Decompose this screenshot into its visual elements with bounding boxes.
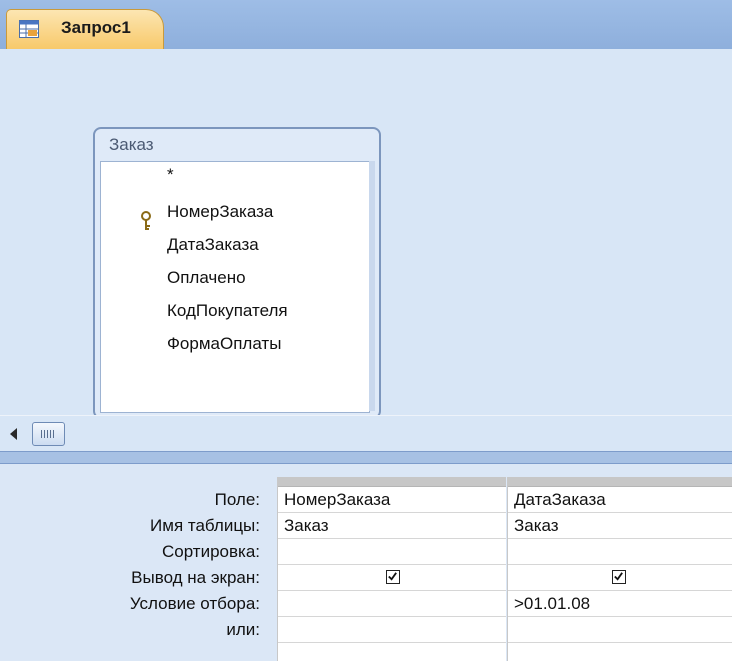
- show-checkbox[interactable]: [386, 570, 400, 584]
- field-item-kod-pokupatelya[interactable]: КодПокупателя: [167, 301, 288, 321]
- field-list-window[interactable]: Заказ * НомерЗаказа ДатаЗаказа Оплачено …: [93, 127, 381, 419]
- horizontal-scrollbar[interactable]: [0, 415, 732, 452]
- grip-icon: [41, 430, 55, 438]
- column-selector[interactable]: [278, 477, 506, 487]
- row-label-table: Имя таблицы:: [150, 516, 260, 535]
- field-item-data-zakaza[interactable]: ДатаЗаказа: [167, 235, 259, 255]
- tab-query1[interactable]: Запрос1: [6, 9, 164, 49]
- field-list-scrollbar[interactable]: [369, 161, 375, 411]
- row-label-field: Поле:: [214, 490, 260, 509]
- table-cell[interactable]: Заказ: [508, 513, 732, 539]
- row-label-criteria: Условие отбора:: [129, 594, 260, 613]
- field-cell[interactable]: ДатаЗаказа: [508, 487, 732, 513]
- show-cell[interactable]: [278, 565, 506, 591]
- checkmark-icon: [614, 572, 623, 581]
- scroll-left-arrow-icon[interactable]: [10, 428, 17, 440]
- table-cell[interactable]: Заказ: [278, 513, 506, 539]
- criteria-cell[interactable]: [278, 591, 506, 617]
- grid-column-2: ДатаЗаказа Заказ >01.01.08: [508, 477, 732, 661]
- field-cell[interactable]: НомерЗаказа: [278, 487, 506, 513]
- sort-cell[interactable]: [508, 539, 732, 565]
- key-icon: [141, 211, 151, 230]
- or-cell[interactable]: [278, 617, 506, 643]
- show-cell[interactable]: [508, 565, 732, 591]
- sort-cell[interactable]: [278, 539, 506, 565]
- row-label-show: Вывод на экран:: [131, 568, 260, 587]
- document-tab-bar: Запрос1: [0, 0, 732, 49]
- field-list-title: Заказ: [109, 135, 154, 154]
- column-selector[interactable]: [508, 477, 732, 487]
- field-item-oplacheno[interactable]: Оплачено: [167, 268, 246, 288]
- field-item-forma-oplaty[interactable]: ФормаОплаты: [167, 334, 281, 354]
- tab-label: Запрос1: [61, 18, 131, 37]
- criteria-cell[interactable]: >01.01.08: [508, 591, 732, 617]
- query-icon: [19, 20, 39, 38]
- scroll-thumb[interactable]: [32, 422, 65, 446]
- or-cell[interactable]: [508, 617, 732, 643]
- show-checkbox[interactable]: [612, 570, 626, 584]
- grid-column-1: НомерЗаказа Заказ: [278, 477, 506, 661]
- field-list: * НомерЗаказа ДатаЗаказа Оплачено КодПок…: [100, 161, 370, 413]
- row-label-sort: Сортировка:: [161, 542, 260, 561]
- field-item-all[interactable]: *: [167, 165, 174, 185]
- checkmark-icon: [388, 572, 397, 581]
- query-design-grid: Поле: Имя таблицы: Сортировка: Вывод на …: [0, 464, 732, 661]
- pane-splitter[interactable]: [0, 451, 732, 464]
- row-label-or: или:: [226, 620, 260, 639]
- field-item-nomer-zakaza[interactable]: НомерЗаказа: [167, 202, 273, 222]
- query-design-area: Заказ * НомерЗаказа ДатаЗаказа Оплачено …: [0, 49, 732, 419]
